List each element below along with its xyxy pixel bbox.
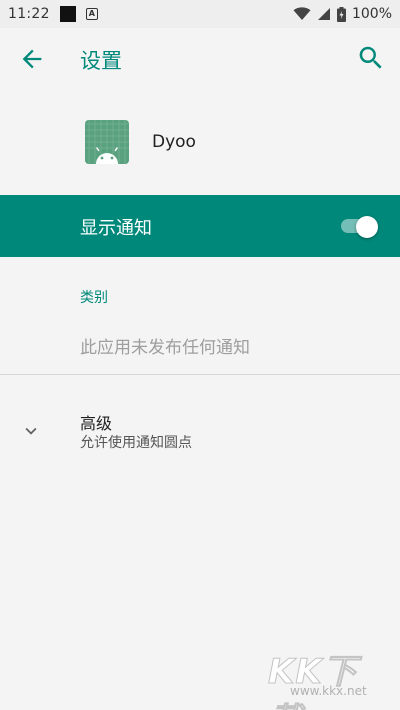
watermark-url: www.kkx.net — [290, 684, 367, 698]
chevron-down-icon — [25, 427, 37, 435]
notification-square-icon — [59, 6, 76, 22]
status-time: 11:22 — [8, 6, 50, 22]
status-right: 100% — [293, 6, 392, 22]
advanced-row[interactable]: 高级 允许使用通知圆点 — [0, 398, 400, 458]
notifications-switch-thumb[interactable] — [356, 216, 378, 238]
advanced-subtitle: 允许使用通知圆点 — [80, 435, 192, 451]
no-notifications-text: 此应用未发布任何通知 — [80, 338, 250, 358]
battery-icon — [336, 6, 346, 22]
cellular-icon — [317, 8, 330, 20]
show-notifications-row[interactable]: 显示通知 — [0, 195, 400, 257]
divider — [0, 374, 400, 375]
android-app-icon — [85, 120, 129, 164]
arrow-left-icon[interactable] — [18, 45, 46, 73]
show-notifications-label: 显示通知 — [80, 218, 152, 239]
watermark-brand: KK下载 — [268, 652, 358, 710]
app-name: Dyoo — [152, 132, 196, 152]
page-title: 设置 — [80, 49, 122, 73]
advanced-title: 高级 — [80, 414, 113, 433]
search-icon[interactable] — [356, 43, 386, 73]
wifi-icon — [293, 7, 311, 20]
toolbar: 设置 — [0, 28, 400, 90]
watermark-logo: KK下载 www.kkx.net — [268, 644, 388, 710]
notification-a-icon: A — [85, 8, 98, 20]
category-title: 类别 — [80, 290, 108, 306]
battery-percentage: 100% — [351, 6, 392, 22]
app-header: Dyoo — [0, 90, 400, 195]
status-bar: 11:22 A 100% — [0, 0, 400, 28]
